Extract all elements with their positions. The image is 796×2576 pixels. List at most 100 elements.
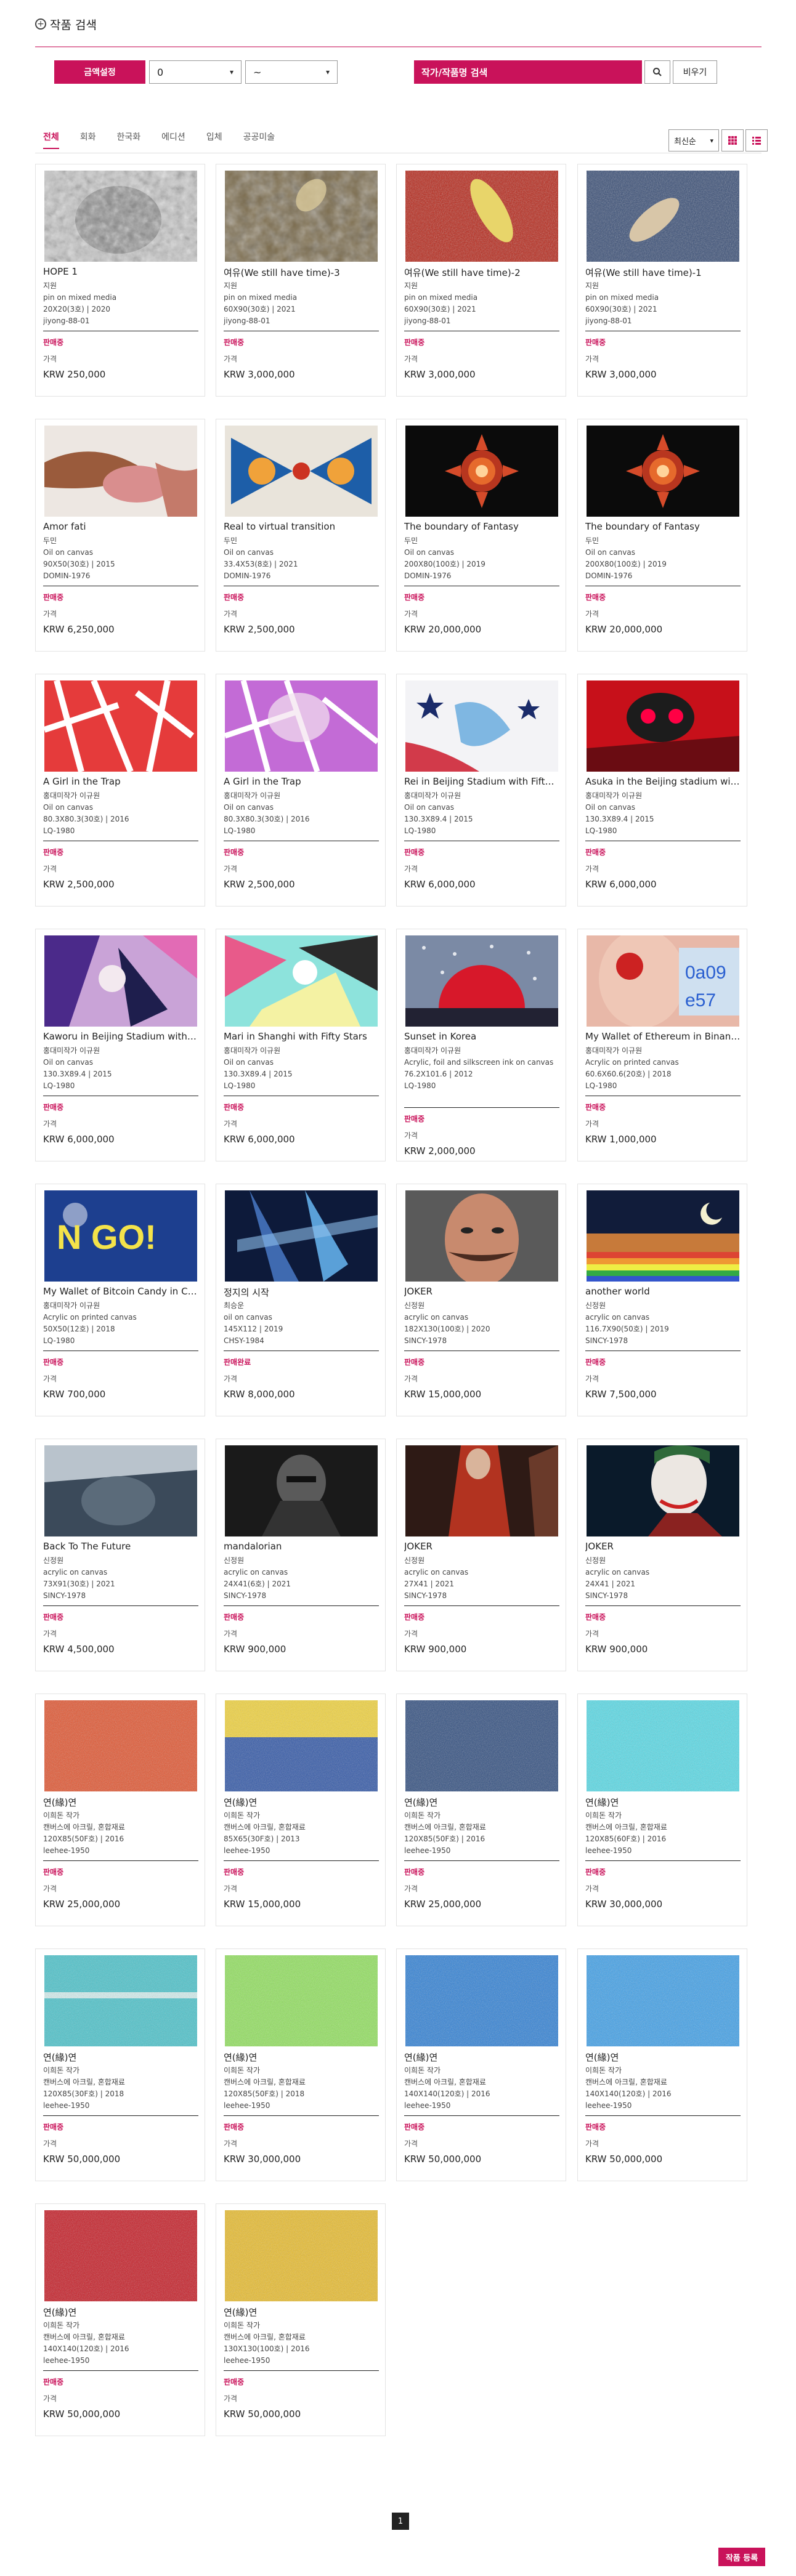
artwork-image[interactable] [225,1190,378,1282]
artwork-image[interactable] [587,1955,739,2046]
artwork-image[interactable]: N GO! [44,1190,197,1282]
list-view-button[interactable] [745,129,768,151]
artwork-card[interactable]: Kaworu in Beijing Stadium with Fifty Sta… [35,929,205,1161]
artwork-title[interactable]: The boundary of Fantasy [585,521,741,532]
artwork-card[interactable]: 연(緣)연 이희돈 작가 캔버스에 아크릴, 혼합재료 85X65(30F호) … [216,1694,386,1926]
artwork-card[interactable]: 연(緣)연 이희돈 작가 캔버스에 아크릴, 혼합재료 120X85(50F호)… [35,1694,205,1926]
artwork-image[interactable] [587,171,739,262]
artwork-title[interactable]: 연(緣)연 [585,1796,741,1809]
artwork-card[interactable]: 연(緣)연 이희돈 작가 캔버스에 아크릴, 혼합재료 140X140(120호… [396,1948,566,2181]
artwork-image[interactable] [44,680,197,772]
artwork-card[interactable]: A Girl in the Trap 홍대미작가 이규원 Oil on canv… [216,674,386,906]
artwork-card[interactable]: HOPE 1 지원 pin on mixed media 20X20(3호) |… [35,164,205,397]
artwork-card[interactable]: Asuka in the Beijing stadium with Fifty … [577,674,747,906]
artwork-image[interactable] [405,1955,558,2046]
artwork-card[interactable]: N GO! My Wallet of Bitcoin Candy in Coin… [35,1184,205,1416]
artwork-image[interactable] [587,426,739,517]
artwork-title[interactable]: 연(緣)연 [404,2051,559,2064]
min-price-select[interactable]: 0 ▾ [149,60,242,84]
max-price-select[interactable]: ~ ▾ [245,60,338,84]
artwork-title[interactable]: another world [585,1286,741,1297]
artwork-card[interactable]: 0a09 e57 My Wallet of Ethereum in Binance… [577,929,747,1161]
artwork-card[interactable]: 연(緣)연 이희돈 작가 캔버스에 아크릴, 혼합재료 140X140(120호… [577,1948,747,2181]
artwork-card[interactable]: JOKER 신정원 acrylic on canvas 182X130(100호… [396,1184,566,1416]
tab-1[interactable]: 회화 [80,131,96,149]
artwork-card[interactable]: 연(緣)연 이희돈 작가 캔버스에 아크릴, 혼합재료 120X85(50F호)… [216,1948,386,2181]
artwork-image[interactable] [225,2210,378,2301]
artwork-title[interactable]: 연(緣)연 [43,2051,198,2064]
artwork-title[interactable]: 연(緣)연 [585,2051,741,2064]
artwork-image[interactable] [44,1955,197,2046]
artwork-title[interactable]: 여유(We still have time)-1 [585,266,741,279]
price-setting-button[interactable]: 금액설정 [54,60,145,84]
artwork-image[interactable] [225,680,378,772]
artwork-image[interactable] [44,2210,197,2301]
artwork-title[interactable]: 연(緣)연 [224,2051,379,2064]
artwork-image[interactable] [405,935,558,1027]
artwork-image[interactable] [44,1700,197,1791]
artwork-image[interactable] [44,935,197,1027]
artwork-title[interactable]: Kaworu in Beijing Stadium with Fifty Sta… [43,1031,198,1042]
artwork-image[interactable] [44,171,197,262]
artwork-image[interactable] [44,1445,197,1536]
artwork-title[interactable]: Back To The Future [43,1541,198,1552]
artwork-title[interactable]: HOPE 1 [43,266,198,277]
artwork-image[interactable] [587,1700,739,1791]
artwork-title[interactable]: 여유(We still have time)-3 [224,266,379,279]
artwork-title[interactable]: Rei in Beijing Stadium with Fifty Stars [404,776,559,787]
artwork-title[interactable]: JOKER [404,1541,559,1552]
search-button[interactable] [644,60,670,84]
artwork-title[interactable]: 연(緣)연 [43,1796,198,1809]
artwork-card[interactable]: Amor fati 두민 Oil on canvas 90X50(30호) | … [35,419,205,652]
artwork-title[interactable]: A Girl in the Trap [224,776,379,787]
artwork-title[interactable]: mandalorian [224,1541,379,1552]
artwork-title[interactable]: JOKER [404,1286,559,1297]
artwork-title[interactable]: Asuka in the Beijing stadium with Fifty … [585,776,741,787]
tab-3[interactable]: 에디션 [161,131,185,149]
tab-5[interactable]: 공공미술 [243,131,275,149]
artwork-title[interactable]: 연(緣)연 [224,1796,379,1809]
artwork-card[interactable]: 연(緣)연 이희돈 작가 캔버스에 아크릴, 혼합재료 140X140(120호… [35,2203,205,2436]
artwork-card[interactable]: Rei in Beijing Stadium with Fifty Stars … [396,674,566,906]
clear-button[interactable]: 비우기 [673,60,717,84]
artwork-image[interactable] [44,426,197,517]
artwork-card[interactable]: JOKER 신정원 acrylic on canvas 27X41 | 2021… [396,1439,566,1671]
artwork-title[interactable]: Real to virtual transition [224,521,379,532]
artwork-image[interactable] [405,1190,558,1282]
artwork-title[interactable]: Mari in Shanghi with Fifty Stars [224,1031,379,1042]
artwork-card[interactable]: 여유(We still have time)-1 지원 pin on mixed… [577,164,747,397]
artwork-image[interactable] [587,1445,739,1536]
artwork-card[interactable]: Sunset in Korea 홍대미작가 이규원 Acrylic, foil … [396,929,566,1161]
artwork-image[interactable] [225,1955,378,2046]
artwork-card[interactable]: 연(緣)연 이희돈 작가 캔버스에 아크릴, 혼합재료 120X85(50F호)… [396,1694,566,1926]
artwork-image[interactable] [587,680,739,772]
artwork-title[interactable]: 연(緣)연 [224,2306,379,2319]
artwork-title[interactable]: 여유(We still have time)-2 [404,266,559,279]
artwork-image[interactable] [225,1445,378,1536]
artwork-card[interactable]: Mari in Shanghi with Fifty Stars 홍대미작가 이… [216,929,386,1161]
artwork-image[interactable] [405,1700,558,1791]
tab-4[interactable]: 입체 [206,131,222,149]
artwork-title[interactable]: Amor fati [43,521,198,532]
artwork-title[interactable]: My Wallet of Ethereum in Binance [585,1031,741,1042]
artwork-title[interactable]: JOKER [585,1541,741,1552]
artwork-card[interactable]: 정지의 시작 최승운 oil on canvas 145X112 | 2019 … [216,1184,386,1416]
artwork-image[interactable] [405,171,558,262]
artwork-image[interactable]: 0a09 e57 [587,935,739,1027]
artwork-title[interactable]: Sunset in Korea [404,1031,559,1042]
search-input[interactable]: 작가/작품명 검색 [414,60,642,84]
grid-view-button[interactable] [721,129,744,151]
artwork-card[interactable]: another world 신정원 acrylic on canvas 116.… [577,1184,747,1416]
artwork-card[interactable]: 연(緣)연 이희돈 작가 캔버스에 아크릴, 혼합재료 120X85(60F호)… [577,1694,747,1926]
artwork-image[interactable] [225,1700,378,1791]
artwork-image[interactable] [405,1445,558,1536]
artwork-card[interactable]: JOKER 신정원 acrylic on canvas 24X41 | 2021… [577,1439,747,1671]
artwork-title[interactable]: 정지의 시작 [224,1286,379,1299]
artwork-card[interactable]: Real to virtual transition 두민 Oil on can… [216,419,386,652]
artwork-title[interactable]: 연(緣)연 [43,2306,198,2319]
artwork-card[interactable]: Back To The Future 신정원 acrylic on canvas… [35,1439,205,1671]
tab-0[interactable]: 전체 [43,131,59,149]
sort-select[interactable]: 최신순 ▾ [668,129,719,151]
artwork-card[interactable]: 여유(We still have time)-2 지원 pin on mixed… [396,164,566,397]
artwork-card[interactable]: A Girl in the Trap 홍대미작가 이규원 Oil on canv… [35,674,205,906]
